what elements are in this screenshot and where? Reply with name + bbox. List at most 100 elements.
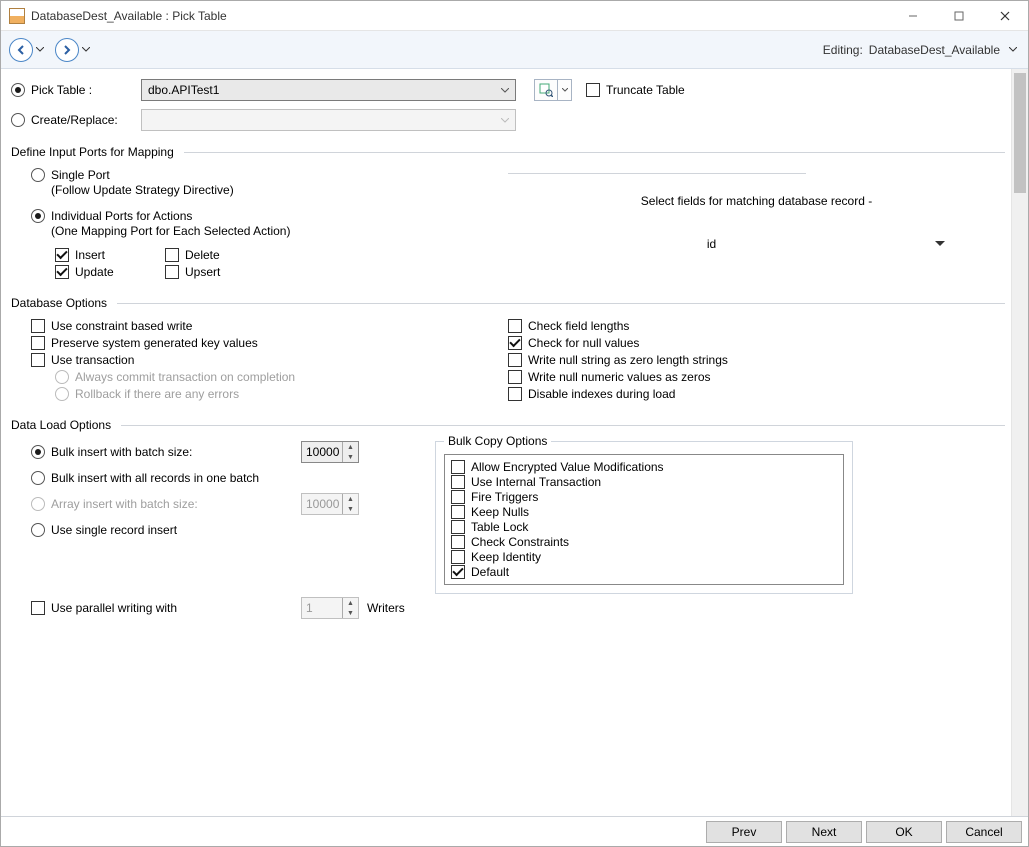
parallel-write-checkbox[interactable] [31,601,45,615]
bulk-keep-nulls-checkbox[interactable] [451,505,465,519]
preserve-key-label: Preserve system generated key values [51,336,258,350]
table-search-icon [539,83,553,97]
parallel-writers-value: 1 [302,598,342,618]
arrow-left-icon [15,44,27,56]
ports-group: Single Port (Follow Update Strategy Dire… [11,165,1005,282]
chevron-down-icon [82,47,90,52]
bulk-encrypted-checkbox[interactable] [451,460,465,474]
content-area: Pick Table : dbo.APITest1 Truncate Table [1,69,1011,816]
window-title: DatabaseDest_Available : Pick Table [31,9,227,23]
arrow-right-icon [61,44,73,56]
next-button[interactable]: Next [786,821,862,843]
insert-checkbox[interactable] [55,248,69,262]
minimize-button[interactable] [890,1,936,31]
nav-forward-button[interactable] [55,38,79,62]
check-null-label: Check for null values [528,336,639,350]
chevron-down-icon [36,47,44,52]
single-insert-label: Use single record insert [51,523,177,537]
load-group-title: Data Load Options [11,418,1005,432]
check-null-checkbox[interactable] [508,336,522,350]
single-port-radio[interactable] [31,168,45,182]
bulk-copy-legend: Bulk Copy Options [444,434,551,448]
create-replace-combo[interactable] [141,109,516,131]
spinner-down-icon: ▼ [343,504,358,514]
bulk-batch-radio[interactable] [31,445,45,459]
check-length-checkbox[interactable] [508,319,522,333]
bulk-fire-triggers-label: Fire Triggers [471,490,538,504]
bulk-internal-txn-checkbox[interactable] [451,475,465,489]
null-string-label: Write null string as zero length strings [528,353,728,367]
spinner-up-icon: ▲ [343,598,358,608]
disable-index-label: Disable indexes during load [528,387,675,401]
editing-dropdown[interactable] [1006,47,1020,52]
bulk-keep-nulls-label: Keep Nulls [471,505,529,519]
spinner-down-icon: ▼ [343,608,358,618]
pick-table-radio[interactable] [11,83,25,97]
app-icon [9,8,25,24]
individual-ports-radio[interactable] [31,209,45,223]
browse-table-dropdown[interactable] [558,79,572,101]
close-button[interactable] [982,1,1028,31]
create-replace-radio[interactable] [11,113,25,127]
pick-table-value: dbo.APITest1 [148,83,509,97]
update-checkbox[interactable] [55,265,69,279]
bulk-fire-triggers-checkbox[interactable] [451,490,465,504]
array-batch-radio [31,497,45,511]
bulk-keep-identity-checkbox[interactable] [451,550,465,564]
individual-ports-sublabel: (One Mapping Port for Each Selected Acti… [51,224,290,238]
editing-value: DatabaseDest_Available [869,43,1000,57]
bulk-batch-spinner[interactable]: 10000 ▲▼ [301,441,359,463]
bulk-check-constraints-checkbox[interactable] [451,535,465,549]
vertical-scrollbar[interactable] [1011,69,1028,816]
truncate-checkbox[interactable] [586,83,600,97]
single-insert-radio[interactable] [31,523,45,537]
match-field-select[interactable]: id [508,232,1005,256]
ok-button[interactable]: OK [866,821,942,843]
cancel-button[interactable]: Cancel [946,821,1022,843]
toolbar: Editing: DatabaseDest_Available [1,31,1028,69]
bulk-copy-group: Bulk Copy Options Allow Encrypted Value … [435,434,853,594]
use-transaction-checkbox[interactable] [31,353,45,367]
maximize-icon [954,11,964,21]
upsert-checkbox[interactable] [165,265,179,279]
constraint-write-checkbox[interactable] [31,319,45,333]
pick-table-combo[interactable]: dbo.APITest1 [141,79,516,101]
prev-button[interactable]: Prev [706,821,782,843]
footer: Prev Next OK Cancel [1,816,1028,846]
writers-label: Writers [367,601,405,615]
nav-back-dropdown[interactable] [35,38,45,62]
delete-checkbox[interactable] [165,248,179,262]
bulk-table-lock-checkbox[interactable] [451,520,465,534]
browse-table-button[interactable] [534,79,558,101]
scrollbar-thumb[interactable] [1014,73,1026,193]
ports-group-title: Define Input Ports for Mapping [11,145,1005,159]
nav-forward-dropdown[interactable] [81,38,91,62]
null-string-checkbox[interactable] [508,353,522,367]
bulk-encrypted-label: Allow Encrypted Value Modifications [471,460,664,474]
check-length-label: Check field lengths [528,319,629,333]
disable-index-checkbox[interactable] [508,387,522,401]
bulk-copy-list: Allow Encrypted Value Modifications Use … [444,454,844,585]
bulk-default-checkbox[interactable] [451,565,465,579]
constraint-write-label: Use constraint based write [51,319,192,333]
maximize-button[interactable] [936,1,982,31]
preserve-key-checkbox[interactable] [31,336,45,350]
spinner-down-icon[interactable]: ▼ [343,452,358,462]
insert-label: Insert [75,248,165,262]
null-numeric-checkbox[interactable] [508,370,522,384]
bulk-table-lock-label: Table Lock [471,520,528,534]
txn-commit-radio [55,370,69,384]
dialog-body: Pick Table : dbo.APITest1 Truncate Table [1,69,1028,816]
pick-table-label: Pick Table : [31,83,141,97]
spinner-up-icon[interactable]: ▲ [343,442,358,452]
chevron-down-icon [935,241,945,247]
txn-rollback-radio [55,387,69,401]
nav-back-button[interactable] [9,38,33,62]
bulk-internal-txn-label: Use Internal Transaction [471,475,601,489]
load-group: Bulk insert with batch size: 10000 ▲▼ Bu… [11,438,1005,622]
array-batch-value: 10000 [302,494,342,514]
txn-rollback-label: Rollback if there are any errors [75,387,239,401]
bulk-all-radio[interactable] [31,471,45,485]
individual-ports-label: Individual Ports for Actions [51,209,192,223]
titlebar: DatabaseDest_Available : Pick Table [1,1,1028,31]
